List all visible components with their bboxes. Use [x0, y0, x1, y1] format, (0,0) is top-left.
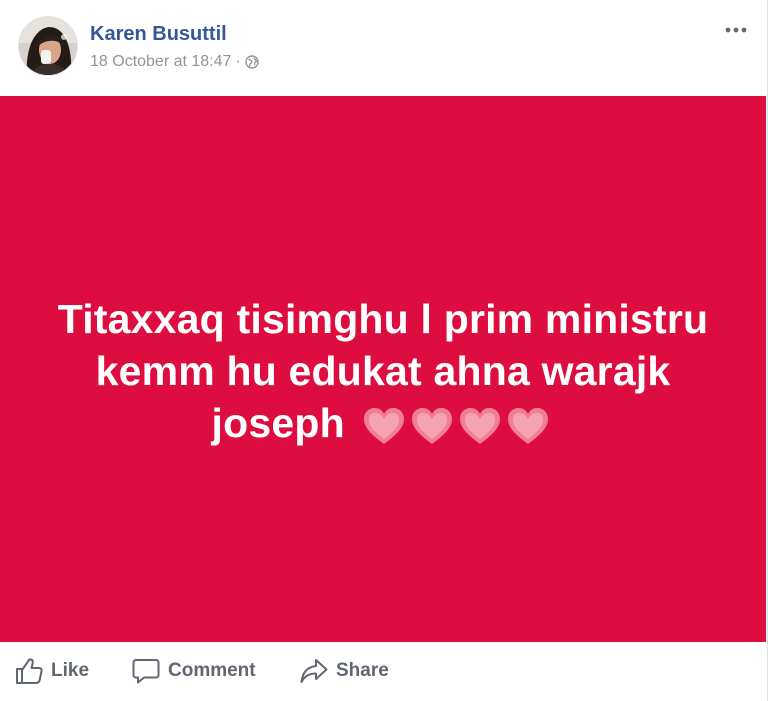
share-arrow-icon	[300, 659, 328, 683]
like-button[interactable]: Like	[15, 658, 89, 684]
meta-separator: ·	[235, 53, 241, 70]
heart-emoji-icon	[412, 408, 453, 445]
avatar-image	[19, 17, 77, 75]
like-label: Like	[51, 660, 90, 681]
comment-bubble-icon	[132, 659, 160, 684]
post-meta: 18 October at 18:47 ·	[90, 53, 259, 71]
post-header: Karen Busuttil 18 October at 18:47 ·	[0, 0, 766, 96]
post-action-bar: Like Comment Share	[0, 642, 766, 701]
post-timestamp[interactable]: 18 October at 18:47	[90, 53, 231, 71]
colored-post-background: Titaxxaq tisimghu l prim ministru kemm h…	[0, 96, 766, 642]
author-name-link[interactable]: Karen Busuttil	[90, 23, 227, 46]
heart-emoji-icon	[508, 408, 549, 445]
globe-icon[interactable]	[245, 55, 259, 69]
heart-emoji-group	[362, 406, 554, 446]
thumbs-up-icon	[16, 658, 43, 684]
more-options-icon	[725, 27, 747, 33]
heart-emoji-icon	[460, 408, 501, 445]
heart-emoji-icon	[364, 408, 405, 445]
share-label: Share	[336, 660, 389, 681]
facebook-post: Karen Busuttil 18 October at 18:47 · Tit…	[0, 0, 768, 701]
share-button[interactable]: Share	[300, 658, 389, 684]
comment-button[interactable]: Comment	[132, 658, 256, 684]
post-text: Titaxxaq tisimghu l prim ministru kemm h…	[43, 293, 723, 449]
more-options-button[interactable]	[724, 22, 748, 38]
comment-label: Comment	[168, 660, 256, 681]
avatar[interactable]	[18, 16, 78, 76]
